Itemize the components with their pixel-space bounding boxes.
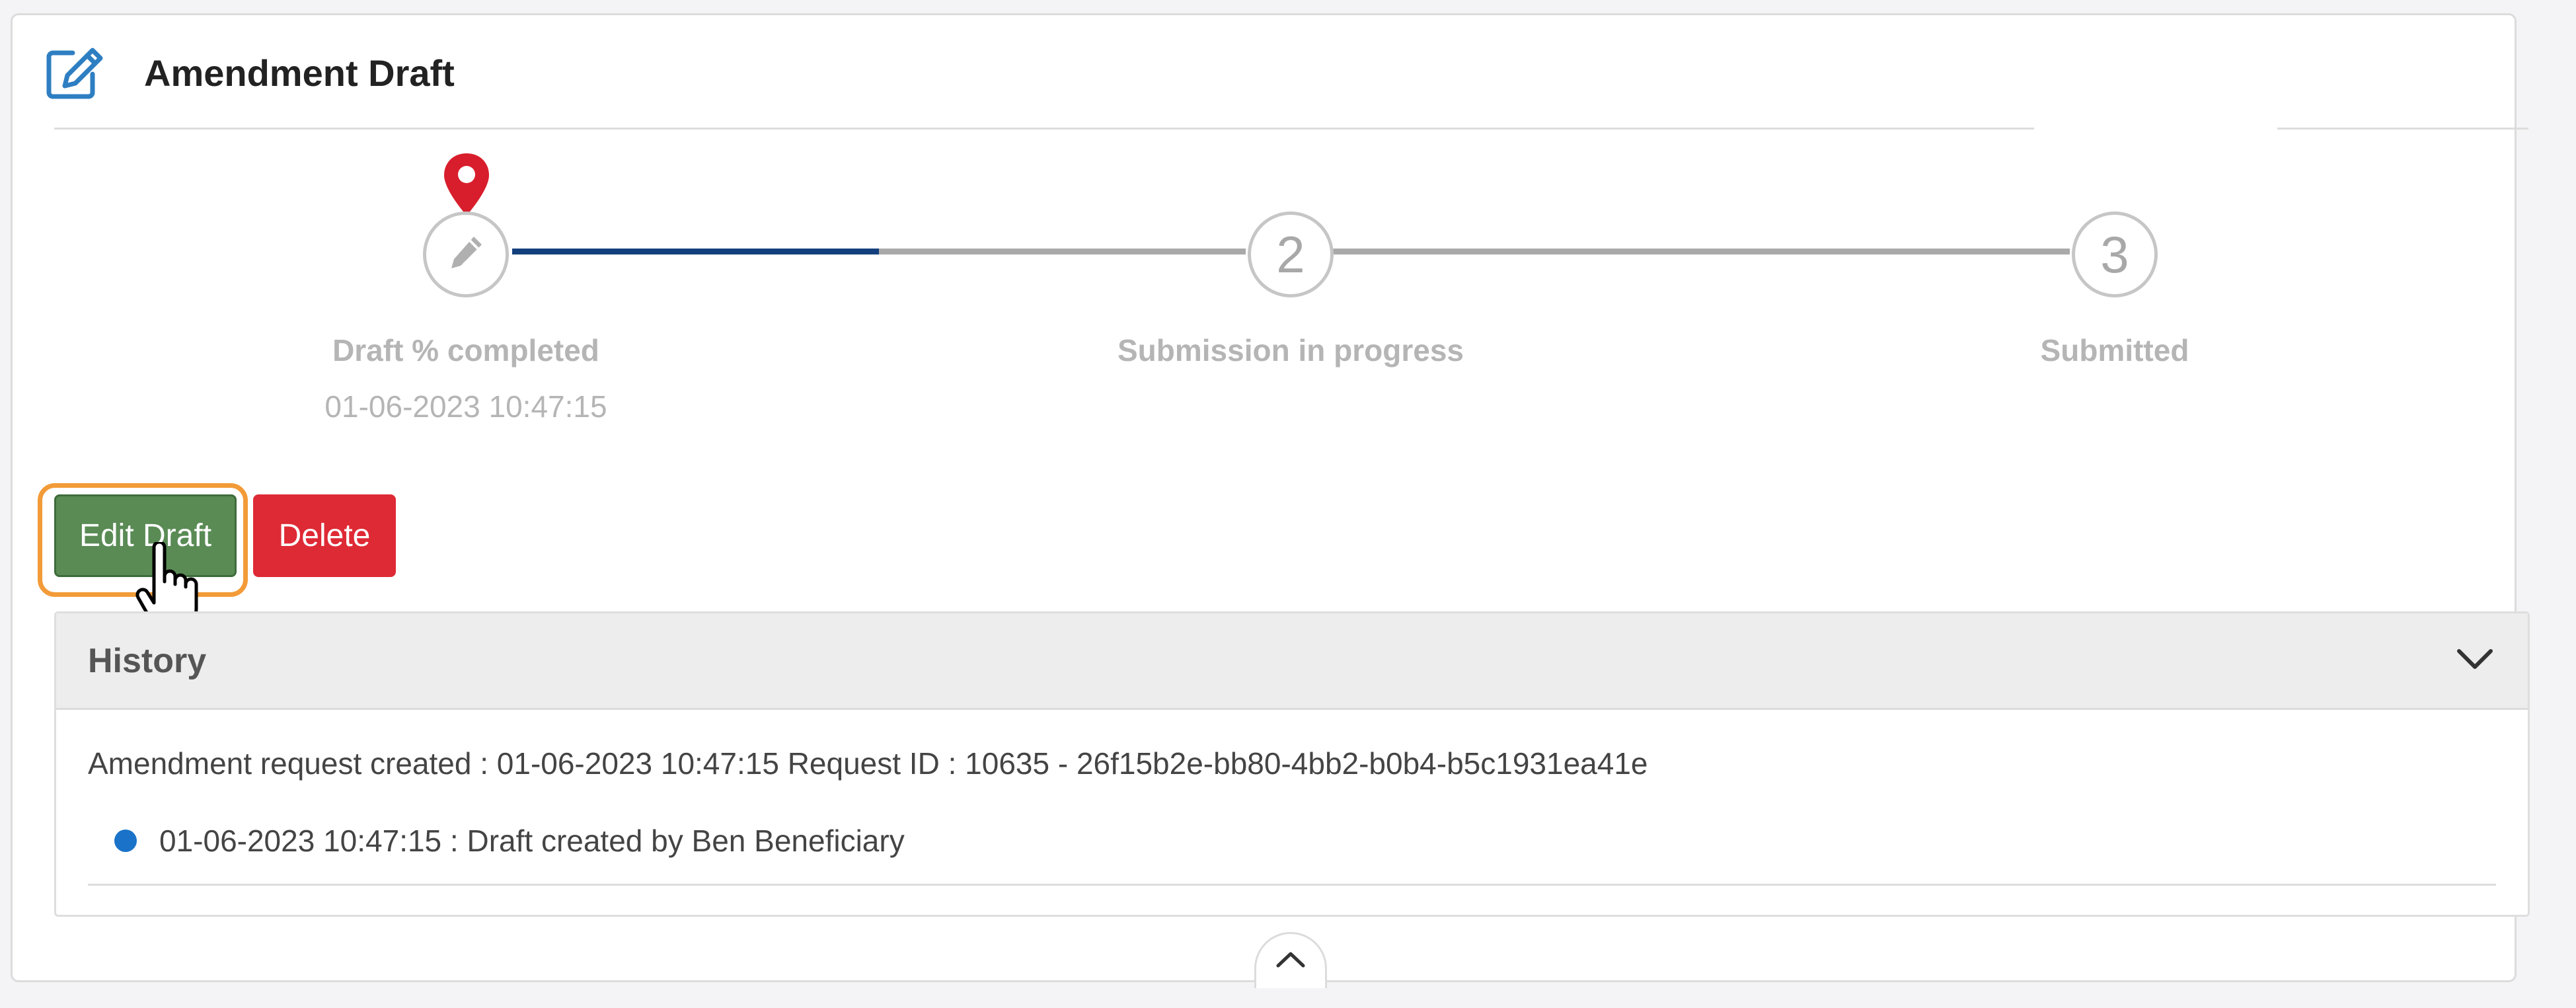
step-3-circle: 3: [2072, 212, 2158, 297]
history-divider: [88, 884, 2496, 886]
timeline-dot: [114, 830, 137, 852]
chevron-down-icon[interactable]: [2456, 647, 2493, 674]
progress-line-pending: [1332, 249, 2070, 254]
step-3-number: 3: [2100, 225, 2129, 284]
step-2-number: 2: [1276, 225, 1305, 284]
step-1-date: 01-06-2023 10:47:15: [324, 389, 607, 424]
header-divider-right: [2277, 128, 2528, 130]
pencil-icon: [446, 225, 486, 285]
step-1-circle: [423, 212, 509, 297]
delete-button[interactable]: Delete: [253, 494, 396, 577]
history-entry-text: 01-06-2023 10:47:15 : Draft created by B…: [159, 824, 905, 858]
step-1-label: Draft % completed: [332, 333, 599, 368]
card-header: Amendment Draft: [46, 36, 455, 109]
page-title: Amendment Draft: [144, 52, 455, 94]
history-panel: History Amendment request created : 01-0…: [54, 611, 2530, 917]
map-pin-icon: [444, 153, 489, 215]
progress-line-pending: [879, 249, 1246, 254]
header-divider: [54, 128, 2034, 130]
step-3-label: Submitted: [2040, 333, 2189, 368]
chevron-up-icon[interactable]: [1275, 950, 1306, 973]
step-2-circle: 2: [1248, 212, 1334, 297]
progress-line-completed: [512, 249, 879, 254]
history-title: History: [88, 641, 207, 680]
history-entry: 01-06-2023 10:47:15 : Draft created by B…: [114, 823, 905, 859]
history-header[interactable]: History: [56, 613, 2528, 710]
step-2-label: Submission in progress: [1118, 333, 1464, 368]
edit-square-icon: [46, 40, 112, 106]
history-summary: Amendment request created : 01-06-2023 1…: [88, 746, 1648, 781]
